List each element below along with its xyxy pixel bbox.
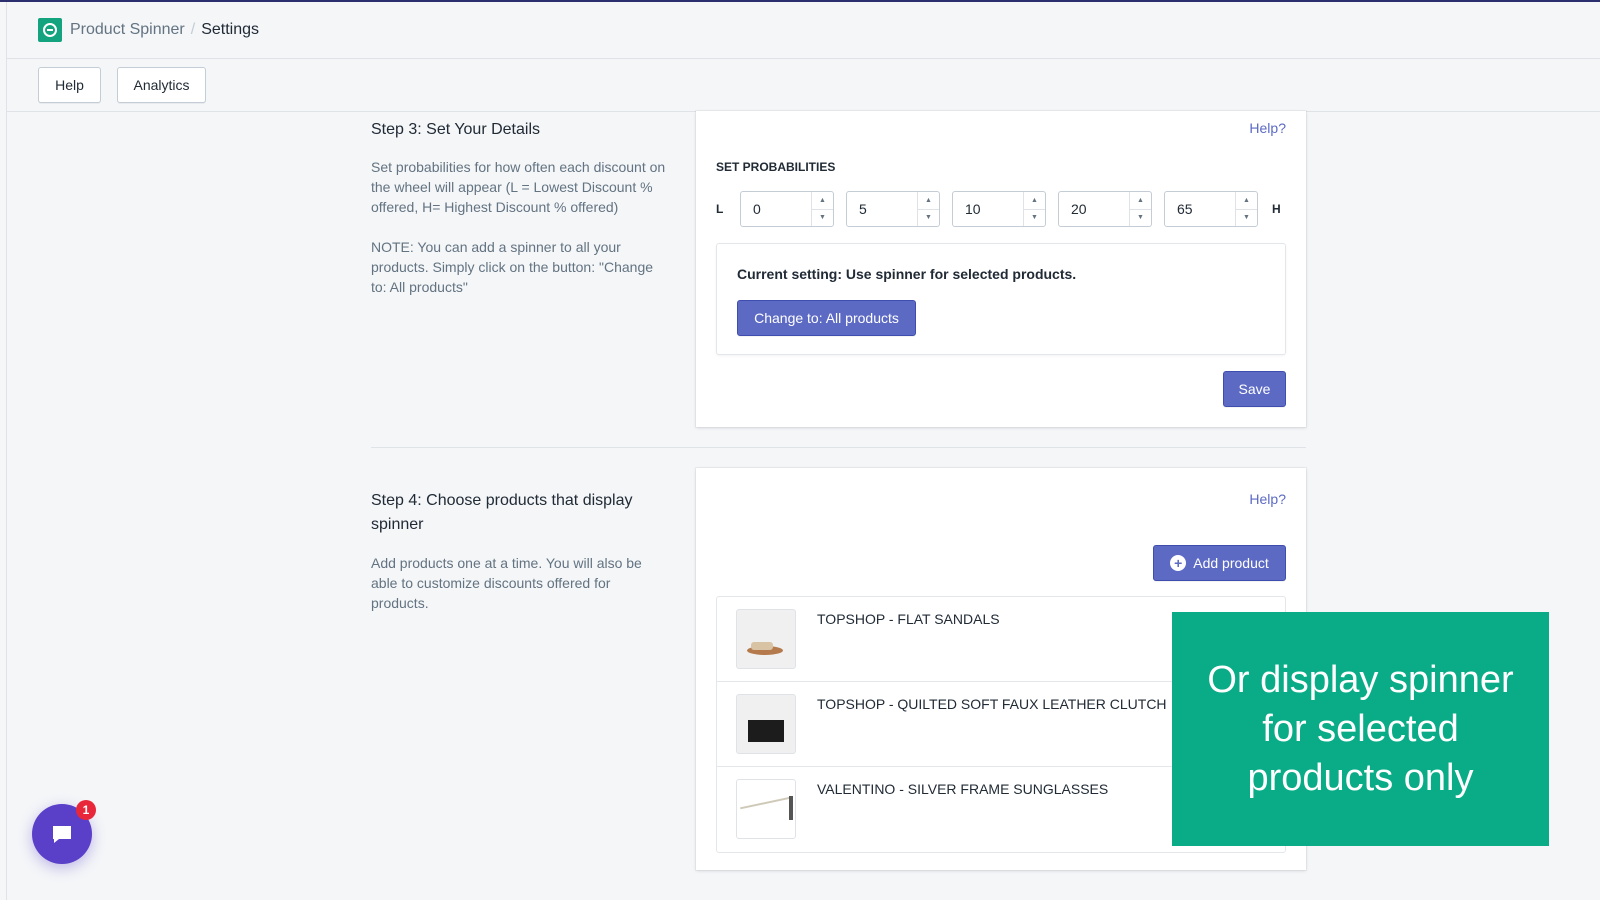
probability-input[interactable]: 20 <box>1059 192 1129 226</box>
increment-icon[interactable]: ▲ <box>918 192 939 210</box>
probability-input[interactable]: 0 <box>741 192 811 226</box>
probability-stepper[interactable]: 0 ▲ ▼ <box>740 191 834 227</box>
probability-stepper[interactable]: 20 ▲ ▼ <box>1058 191 1152 227</box>
decrement-icon[interactable]: ▼ <box>812 210 833 227</box>
change-to-all-products-button[interactable]: Change to: All products <box>737 300 916 336</box>
help-button[interactable]: Help <box>38 67 101 103</box>
increment-icon[interactable]: ▲ <box>1130 192 1151 210</box>
decrement-icon[interactable]: ▼ <box>1024 210 1045 227</box>
decrement-icon[interactable]: ▼ <box>1130 210 1151 227</box>
breadcrumb-page: Settings <box>201 21 259 38</box>
current-setting-box: Current setting: Use spinner for selecte… <box>716 243 1286 355</box>
probabilities-card: Help? SET PROBABILITIES L 0 ▲ ▼ 5 ▲ ▼ 10 ▲ ▼ 2… <box>696 111 1306 427</box>
product-name: TOPSHOP - QUILTED SOFT FAUX LEATHER CLUT… <box>817 696 1167 712</box>
increment-icon[interactable]: ▲ <box>1236 192 1257 210</box>
left-border <box>6 2 7 900</box>
promo-overlay: Or display spinner for selected products… <box>1172 612 1549 846</box>
probability-stepper[interactable]: 5 ▲ ▼ <box>846 191 940 227</box>
product-name: TOPSHOP - FLAT SANDALS <box>817 611 1000 627</box>
probability-input[interactable]: 5 <box>847 192 917 226</box>
increment-icon[interactable]: ▲ <box>1024 192 1045 210</box>
step3-help-link[interactable]: Help? <box>1249 120 1286 136</box>
product-thumbnail <box>736 694 796 754</box>
add-product-button[interactable]: + Add product <box>1153 545 1286 581</box>
plus-circle-icon: + <box>1170 555 1187 571</box>
step4-title: Step 4: Choose products that display spi… <box>371 492 633 533</box>
add-product-label: Add product <box>1193 555 1269 571</box>
promo-text: Or display spinner for selected products… <box>1207 658 1514 799</box>
decrement-icon[interactable]: ▼ <box>1236 210 1257 227</box>
high-label: H <box>1272 202 1281 216</box>
step3-note: NOTE: You can add a spinner to all your … <box>371 239 654 295</box>
analytics-button[interactable]: Analytics <box>117 67 206 103</box>
product-name: VALENTINO - SILVER FRAME SUNGLASSES <box>817 781 1109 797</box>
nav-bar: Help Analytics <box>7 59 1600 112</box>
breadcrumb-app[interactable]: Product Spinner <box>70 21 185 39</box>
save-button[interactable]: Save <box>1223 371 1286 407</box>
step3-title: Step 3: Set Your Details <box>371 121 540 138</box>
low-label: L <box>716 202 724 216</box>
chat-icon <box>53 826 71 843</box>
step4-description: Add products one at a time. You will als… <box>371 555 642 611</box>
chat-notification-badge: 1 <box>76 800 96 820</box>
step3-description: Set probabilities for how often each dis… <box>371 159 666 215</box>
decrement-icon[interactable]: ▼ <box>918 210 939 227</box>
increment-icon[interactable]: ▲ <box>812 192 833 210</box>
app-logo-icon <box>38 18 62 42</box>
app-header: Product Spinner / Settings <box>7 2 1600 59</box>
probability-input[interactable]: 10 <box>953 192 1023 226</box>
probability-input[interactable]: 65 <box>1165 192 1235 226</box>
product-thumbnail <box>736 779 796 839</box>
breadcrumb-separator: / <box>190 21 196 38</box>
section-divider <box>371 447 1306 448</box>
step4-help-link[interactable]: Help? <box>1249 491 1286 507</box>
probabilities-row: L 0 ▲ ▼ 5 ▲ ▼ 10 ▲ ▼ 20 ▲ ▼ 65 ▲ ▼ H <box>716 191 1296 227</box>
probability-stepper[interactable]: 65 ▲ ▼ <box>1164 191 1258 227</box>
current-setting-text: Current setting: Use spinner for selecte… <box>737 266 1077 282</box>
probabilities-label: SET PROBABILITIES <box>716 160 836 174</box>
probability-stepper[interactable]: 10 ▲ ▼ <box>952 191 1046 227</box>
product-thumbnail <box>736 609 796 669</box>
